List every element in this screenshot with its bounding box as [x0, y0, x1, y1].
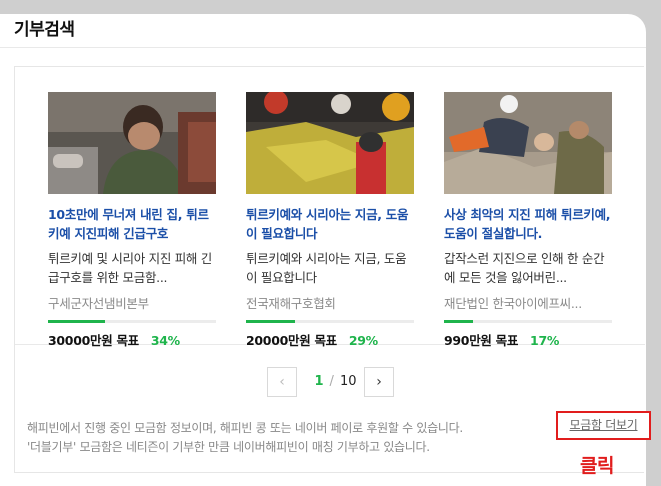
prev-page-button[interactable]: ‹: [267, 367, 297, 397]
card-row: 10초만에 무너져 내린 집, 튀르키예 지진피해 긴급구호 튀르키예 및 시리…: [15, 67, 645, 348]
goal-amount: 990만원 목표: [444, 333, 519, 348]
card-organization: 전국재해구호협회: [246, 296, 336, 311]
goal-row: 990만원 목표 17%: [444, 330, 612, 349]
card-organization: 구세군자선냄비본부: [48, 296, 149, 311]
click-annotation: 클릭: [580, 455, 614, 477]
panel-header: 기부검색: [0, 14, 646, 48]
progress-fill: [246, 320, 295, 323]
progress-percent: 34%: [150, 333, 180, 348]
progress-percent: 29%: [348, 333, 378, 348]
next-page-button[interactable]: ›: [364, 367, 394, 397]
progress-fill: [444, 320, 473, 323]
page-separator: /: [329, 374, 334, 389]
card-description: 갑작스런 지진으로 인해 한 순간에 모든 것을 잃어버린...: [444, 251, 605, 285]
card-title[interactable]: 사상 최악의 지진 피해 튀르키예, 도움이 절실합니다.: [444, 205, 612, 243]
total-pages: 10: [339, 374, 357, 389]
card-title[interactable]: 10초만에 무너져 내린 집, 튀르키예 지진피해 긴급구호: [48, 205, 216, 243]
card-image-2[interactable]: [246, 92, 414, 194]
goal-row: 30000만원 목표 34%: [48, 330, 216, 349]
donation-card-1[interactable]: 10초만에 무너져 내린 집, 튀르키예 지진피해 긴급구호 튀르키예 및 시리…: [48, 92, 216, 349]
progress-percent: 17%: [530, 333, 560, 348]
card-description: 튀르키예 및 시리아 지진 피해 긴급구호를 위한 모금함...: [48, 251, 212, 285]
card-image-1[interactable]: [48, 92, 216, 194]
progress-bar: [444, 320, 612, 323]
progress-bar: [246, 320, 414, 323]
goal-amount: 20000만원 목표: [246, 333, 337, 348]
goal-amount: 30000만원 목표: [48, 333, 139, 348]
footer-info: 해피빈에서 진행 중인 모금함 정보이며, 해피빈 콩 또는 네이버 페이로 후…: [27, 419, 557, 457]
donation-card-3[interactable]: 사상 최악의 지진 피해 튀르키예, 도움이 절실합니다. 갑작스런 지진으로 …: [444, 92, 612, 349]
page-title: 기부검색: [14, 20, 75, 40]
card-title[interactable]: 튀르키예와 시리아는 지금, 도움이 필요합니다: [246, 205, 414, 243]
donation-card-2[interactable]: 튀르키예와 시리아는 지금, 도움이 필요합니다 튀르키예와 시리아는 지금, …: [246, 92, 414, 349]
card-image-3[interactable]: [444, 92, 612, 194]
goal-row: 20000만원 목표 29%: [246, 330, 414, 349]
footer-line-2: '더블기부' 모금함은 네티즌이 기부한 만큼 네이버해피빈이 매칭 기부하고 …: [27, 440, 430, 454]
donation-list-box: 10초만에 무너져 내린 집, 튀르키예 지진피해 긴급구호 튀르키예 및 시리…: [14, 66, 645, 473]
page-indicator: 1 / 10: [307, 367, 364, 397]
footer-line-1: 해피빈에서 진행 중인 모금함 정보이며, 해피빈 콩 또는 네이버 페이로 후…: [27, 421, 463, 435]
more-donations-button[interactable]: 모금함 더보기: [556, 411, 651, 440]
progress-bar: [48, 320, 216, 323]
donation-search-panel: 기부검색 10초만에 무너져 내린 집, 튀르키예 지진피해 긴급구호 튀르키예: [0, 14, 646, 486]
current-page: 1: [314, 374, 324, 389]
card-description: 튀르키예와 시리아는 지금, 도움이 필요합니다: [246, 251, 407, 285]
progress-fill: [48, 320, 106, 323]
card-organization: 재단법인 한국아이에프씨...: [444, 296, 582, 311]
